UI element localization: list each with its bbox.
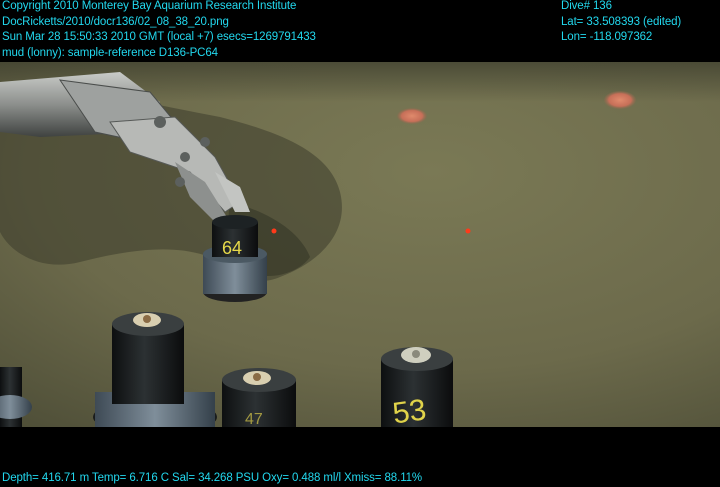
seafloor-scene: 64 47 53 <box>0 62 720 427</box>
timestamp-line: Sun Mar 28 15:50:33 2010 GMT (local +7) … <box>2 31 316 43</box>
sea-urchin <box>604 91 636 109</box>
push-core-center: 47 <box>222 368 296 427</box>
sea-urchin <box>397 108 427 124</box>
copyright-line: Copyright 2010 Monterey Bay Aquarium Res… <box>2 0 297 12</box>
latitude: Lat= 33.508393 (edited) <box>561 15 682 28</box>
file-path-line: DocRicketts/2010/docr136/02_08_38_20.png <box>2 15 229 28</box>
core-label-64: 64 <box>222 238 242 258</box>
video-frame: Copyright 2010 Monterey Bay Aquarium Res… <box>0 0 720 486</box>
header-right: Dive# 136 Lat= 33.508393 (edited) Lon= -… <box>561 0 681 46</box>
core-label-47: 47 <box>245 411 263 427</box>
dive-number: Dive# 136 <box>561 0 612 12</box>
annotation-line: mud (lonny): sample-reference D136-PC64 <box>2 46 218 59</box>
header-left: Copyright 2010 Monterey Bay Aquarium Res… <box>2 0 316 61</box>
held-push-core: 64 <box>203 215 267 302</box>
core-label-53: 53 <box>391 393 429 427</box>
laser-dot <box>465 228 471 234</box>
longitude: Lon= -118.097362 <box>561 31 653 43</box>
telemetry-footer: Depth= 416.71 m Temp= 6.716 C Sal= 34.26… <box>2 472 423 484</box>
push-core-right: 53 <box>381 347 453 427</box>
laser-dot <box>271 228 277 234</box>
seafloor-illustration: 64 47 53 <box>0 62 720 427</box>
